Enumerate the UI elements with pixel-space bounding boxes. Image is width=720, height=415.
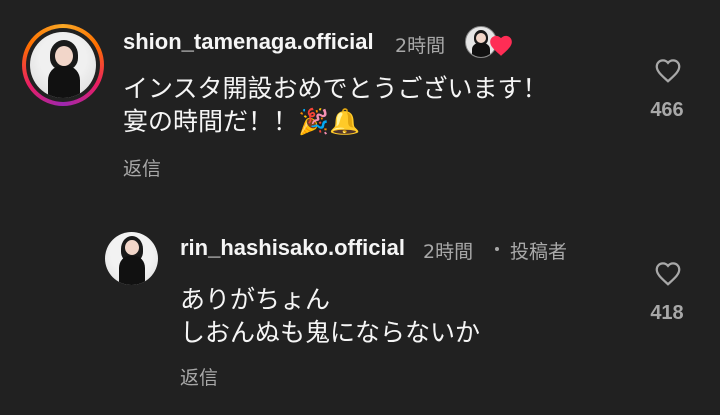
comment-text-line: 宴の時間だ！！🎉🔔 [123,107,361,136]
reply-button[interactable]: 返信 [180,363,218,390]
comment-timestamp: 2時間 [395,35,446,57]
heart-outline-icon[interactable] [653,56,683,84]
heart-outline-icon[interactable] [653,259,683,287]
avatar[interactable] [105,232,158,285]
comment-username[interactable]: rin_hashisako.official [180,235,405,261]
separator-dot [495,247,499,251]
comment-text-line: しおんぬも鬼にならないか [180,318,481,347]
comment-item: shion_tamenaga.official 2時間 インスタ開設おめでとうご… [0,0,720,200]
comment-username[interactable]: shion_tamenaga.official [123,29,374,55]
author-badge: 投稿者 [510,241,568,263]
like-count: 466 [650,99,684,121]
creator-liked-heart-icon [490,35,512,56]
comment-text-line: インスタ開設おめでとうございます！ [123,74,548,103]
comment-item: rin_hashisako.official 2時間 投稿者 ありがちょん しお… [0,220,720,415]
avatar[interactable] [22,24,104,106]
comment-timestamp: 2時間 [423,241,474,263]
like-count: 418 [650,302,684,324]
reply-button[interactable]: 返信 [123,154,161,181]
comment-text-line: ありがちょん [180,285,331,314]
